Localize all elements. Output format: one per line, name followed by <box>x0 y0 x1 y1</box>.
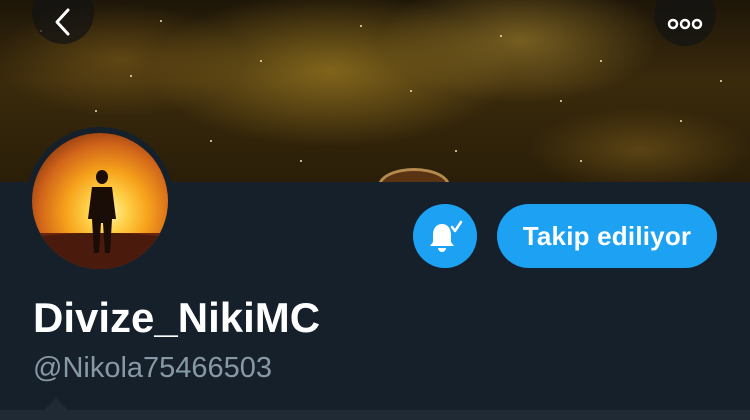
chevron-left-icon <box>55 8 70 36</box>
avatar[interactable] <box>26 127 174 275</box>
menu-pointer <box>44 398 68 410</box>
more-horizontal-icon <box>667 18 703 30</box>
user-handle: @Nikola75466503 <box>33 352 273 384</box>
bell-check-icon <box>430 220 463 252</box>
display-name: Divize_NikiMC <box>33 294 321 341</box>
bottom-divider <box>0 410 750 420</box>
following-button[interactable]: Takip ediliyor <box>497 204 717 268</box>
avatar-image <box>32 133 168 269</box>
banner-planet <box>378 168 450 182</box>
notifications-button[interactable] <box>413 204 477 268</box>
following-button-label: Takip ediliyor <box>522 220 692 251</box>
